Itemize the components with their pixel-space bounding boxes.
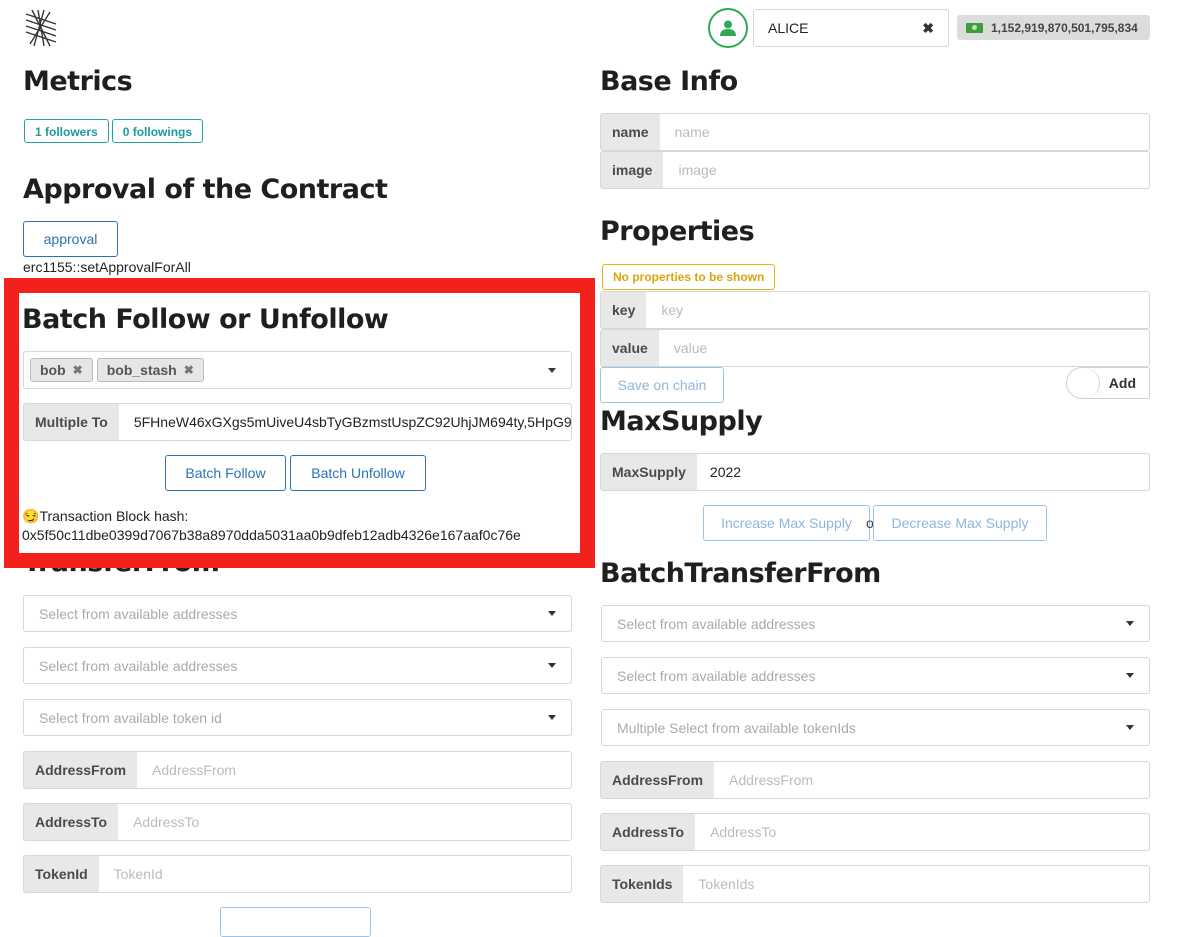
- batch-address-to-field: AddressTo AddressTo: [600, 813, 1150, 851]
- image-input[interactable]: image: [663, 152, 1149, 188]
- remove-icon[interactable]: ✖: [184, 359, 194, 381]
- approval-method: erc1155::setApprovalForAll: [23, 259, 191, 275]
- image-label: image: [601, 152, 664, 188]
- batch-transfer-from-select[interactable]: Select from available addresses: [601, 605, 1150, 642]
- chevron-down-icon: [548, 663, 556, 668]
- chevron-down-icon: [1126, 673, 1134, 678]
- image-field: image image: [600, 151, 1150, 189]
- account-name: ALICE: [768, 20, 809, 36]
- select-placeholder: Select from available addresses: [39, 605, 238, 622]
- selected-chip[interactable]: bob_stash ✖: [96, 358, 204, 382]
- value-field: value value: [600, 329, 1150, 367]
- toggle-knob: [1067, 368, 1100, 398]
- add-label: Add: [1108, 375, 1136, 391]
- decrease-max-supply-button[interactable]: Decrease Max Supply: [873, 505, 1047, 541]
- batch-address-from-input[interactable]: AddressFrom: [714, 762, 1149, 798]
- name-field: name name: [600, 113, 1150, 151]
- avatar[interactable]: [708, 8, 748, 48]
- balance-badge: 1,152,919,870,501,795,834: [957, 15, 1150, 40]
- user-icon: [720, 20, 736, 36]
- batch-unfollow-button[interactable]: Batch Unfollow: [290, 455, 426, 491]
- batch-token-ids-label: TokenIds: [601, 866, 684, 902]
- max-supply-title: MaxSupply: [600, 406, 763, 437]
- chevron-down-icon: [548, 611, 556, 616]
- follow-target-multiselect[interactable]: bob ✖ bob_stash ✖: [23, 351, 572, 389]
- transfer-from-address-select[interactable]: Select from available addresses: [23, 595, 572, 632]
- tx-status: 😏Transaction Block hash: 0x5f50c11dbe039…: [22, 507, 521, 545]
- metrics-title: Metrics: [23, 66, 133, 97]
- properties-title: Properties: [600, 216, 755, 247]
- select-placeholder: Select from available token id: [39, 709, 222, 726]
- approval-button[interactable]: approval: [23, 221, 118, 257]
- transfer-token-select[interactable]: Select from available token id: [23, 699, 572, 736]
- batch-address-from-label: AddressFrom: [601, 762, 715, 798]
- chevron-down-icon: [1126, 621, 1134, 626]
- batch-address-from-field: AddressFrom AddressFrom: [600, 761, 1150, 799]
- chevron-down-icon: [1126, 725, 1134, 730]
- address-to-field: AddressTo AddressTo: [23, 803, 572, 841]
- name-input[interactable]: name: [660, 114, 1149, 150]
- batch-token-ids-input[interactable]: TokenIds: [683, 866, 1149, 902]
- select-placeholder: Multiple Select from available tokenIds: [617, 719, 856, 736]
- batch-transfer-tokens-select[interactable]: Multiple Select from available tokenIds: [601, 709, 1150, 746]
- increase-max-supply-button[interactable]: Increase Max Supply: [703, 505, 870, 541]
- add-toggle[interactable]: Add: [1066, 367, 1150, 399]
- stack-logo-icon: [25, 9, 57, 47]
- address-to-input[interactable]: AddressTo: [118, 804, 571, 840]
- batch-token-ids-field: TokenIds TokenIds: [600, 865, 1150, 903]
- balance-value: 1,152,919,870,501,795,834: [991, 20, 1138, 35]
- multiple-to-field: Multiple To 5FHneW46xGXgs5mUiveU4sbTyGBz…: [23, 403, 572, 441]
- save-on-chain-button[interactable]: Save on chain: [600, 367, 724, 403]
- value-label: value: [601, 330, 659, 366]
- no-properties-badge: No properties to be shown: [602, 264, 776, 290]
- close-icon[interactable]: ✖: [922, 20, 934, 37]
- base-info-title: Base Info: [600, 66, 738, 97]
- approval-title: Approval of the Contract: [23, 174, 388, 205]
- remove-icon[interactable]: ✖: [73, 359, 83, 381]
- token-id-field: TokenId TokenId: [23, 855, 572, 893]
- tx-label: Transaction Block hash:: [39, 508, 189, 524]
- address-from-input[interactable]: AddressFrom: [137, 752, 571, 788]
- transfer-button[interactable]: [220, 907, 371, 937]
- tx-hash: 0x5f50c11dbe0399d7067b38a8970dda5031aa0b…: [22, 527, 521, 543]
- max-supply-input[interactable]: 2022: [697, 454, 1149, 490]
- max-supply-field: MaxSupply 2022: [600, 453, 1150, 491]
- app-logo[interactable]: [22, 8, 60, 48]
- multiple-to-input[interactable]: 5FHneW46xGXgs5mUiveU4sbTyGBzmstUspZC92Uh…: [119, 404, 571, 440]
- smirk-emoji-icon: 😏: [22, 508, 40, 524]
- batch-address-to-input[interactable]: AddressTo: [695, 814, 1149, 850]
- batch-address-to-label: AddressTo: [601, 814, 696, 850]
- chevron-down-icon: [548, 367, 556, 373]
- key-input[interactable]: key: [646, 292, 1149, 328]
- token-id-label: TokenId: [24, 856, 99, 892]
- token-id-input[interactable]: TokenId: [99, 856, 571, 892]
- address-from-field: AddressFrom AddressFrom: [23, 751, 572, 789]
- batch-follow-button[interactable]: Batch Follow: [165, 455, 286, 491]
- followers-badge[interactable]: 1 followers: [24, 119, 109, 143]
- banknote-icon: [966, 22, 983, 33]
- multiple-to-label: Multiple To: [24, 404, 119, 440]
- account-selector[interactable]: ALICE ✖: [753, 9, 949, 47]
- select-placeholder: Select from available addresses: [617, 615, 816, 632]
- select-placeholder: Select from available addresses: [39, 657, 238, 674]
- select-placeholder: Select from available addresses: [617, 667, 816, 684]
- transfer-to-address-select[interactable]: Select from available addresses: [23, 647, 572, 684]
- batch-follow-title: Batch Follow or Unfollow: [22, 304, 389, 335]
- chevron-down-icon: [548, 715, 556, 720]
- batch-transfer-title: BatchTransferFrom: [600, 558, 881, 589]
- address-from-label: AddressFrom: [24, 752, 138, 788]
- address-to-label: AddressTo: [24, 804, 119, 840]
- name-label: name: [601, 114, 660, 150]
- batch-transfer-to-select[interactable]: Select from available addresses: [601, 657, 1150, 694]
- max-supply-label: MaxSupply: [601, 454, 697, 490]
- key-label: key: [601, 292, 647, 328]
- key-field: key key: [600, 291, 1150, 329]
- selected-chip[interactable]: bob ✖: [30, 358, 93, 382]
- followings-badge[interactable]: 0 followings: [111, 119, 204, 143]
- value-input[interactable]: value: [659, 330, 1149, 366]
